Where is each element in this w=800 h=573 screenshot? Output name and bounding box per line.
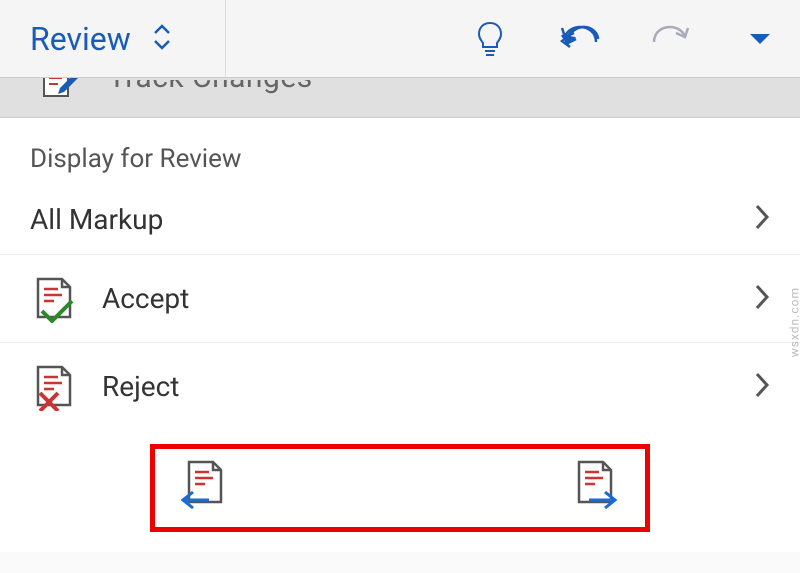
chevron-right-icon xyxy=(754,371,770,403)
previous-change-button[interactable] xyxy=(181,460,229,516)
chevron-up-down-icon xyxy=(151,21,173,57)
watermark: wsxdn.com xyxy=(787,287,800,357)
all-markup-row[interactable]: All Markup xyxy=(0,184,800,254)
track-changes-label: Track Changes xyxy=(108,78,313,95)
all-markup-value: All Markup xyxy=(30,203,754,236)
review-panel: Display for Review All Markup Accept xyxy=(0,118,800,552)
ribbon-tab-selector[interactable]: Review xyxy=(0,0,226,77)
reject-label: Reject xyxy=(102,370,754,403)
change-navigation xyxy=(150,444,650,532)
toolbar-actions xyxy=(226,19,800,59)
undo-button[interactable] xyxy=(560,19,600,59)
display-for-review-label: Display for Review xyxy=(0,118,800,184)
accept-icon xyxy=(30,275,78,323)
ribbon-tab-label: Review xyxy=(30,20,131,58)
toolbar: Review xyxy=(0,0,800,78)
track-changes-icon xyxy=(40,78,80,108)
chevron-right-icon xyxy=(754,283,770,315)
nav-highlight-box xyxy=(0,430,800,552)
lightbulb-button[interactable] xyxy=(470,19,510,59)
redo-button[interactable] xyxy=(650,19,690,59)
more-dropdown-button[interactable] xyxy=(740,19,780,59)
reject-row[interactable]: Reject xyxy=(0,342,800,430)
track-changes-row[interactable]: Track Changes xyxy=(0,78,800,118)
chevron-right-icon xyxy=(754,203,770,235)
reject-icon xyxy=(30,363,78,411)
accept-row[interactable]: Accept xyxy=(0,254,800,342)
accept-label: Accept xyxy=(102,282,754,315)
next-change-button[interactable] xyxy=(571,460,619,516)
